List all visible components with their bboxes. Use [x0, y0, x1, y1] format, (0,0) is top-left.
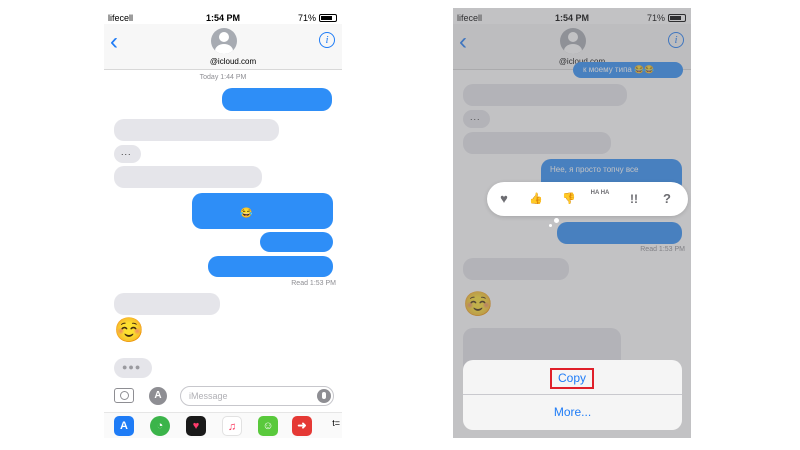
- copy-action[interactable]: Copy: [463, 360, 682, 395]
- message-bubble-outgoing[interactable]: [222, 88, 332, 111]
- smiling-emoji[interactable]: ☺️: [114, 318, 144, 344]
- camera-icon[interactable]: [114, 388, 134, 403]
- activity-app-icon[interactable]: ◔: [150, 416, 170, 436]
- messages-screen-left: lifecell 1:54 PM 71% ‹ @icloud.com i Tod…: [104, 8, 342, 438]
- tapback-tail: [554, 218, 559, 223]
- message-bubble-incoming-ellipsis[interactable]: ...: [114, 145, 141, 163]
- messages-screen-right: lifecell 1:54 PM 71% ‹ @icloud.com i к м…: [453, 8, 691, 438]
- app-store-icon[interactable]: A: [149, 387, 167, 405]
- copy-button[interactable]: Copy: [550, 368, 594, 389]
- ellipsis-text: ...: [121, 147, 132, 157]
- haha-icon[interactable]: HA HA: [589, 189, 611, 209]
- battery-percent: 71%: [297, 13, 316, 23]
- action-sheet: Copy More...: [463, 360, 682, 430]
- tapback-bar: ♥ 👍 👎 HA HA !! ?: [487, 182, 688, 216]
- more-button[interactable]: More...: [463, 405, 682, 419]
- heart-icon[interactable]: ♥: [493, 189, 515, 209]
- conversation-header: ‹ @icloud.com i: [104, 24, 342, 70]
- message-bubble-outgoing[interactable]: [260, 232, 333, 252]
- typing-dots: ●●●: [122, 362, 142, 372]
- microphone-icon[interactable]: [317, 389, 331, 403]
- exclamation-icon[interactable]: !!: [623, 189, 645, 209]
- info-icon[interactable]: i: [319, 32, 335, 48]
- message-bubble-incoming[interactable]: [114, 119, 279, 141]
- contact-name[interactable]: @icloud.com: [104, 57, 342, 66]
- music-icon[interactable]: ♫: [222, 416, 242, 436]
- search-app-icon[interactable]: ➜: [292, 416, 312, 436]
- message-input[interactable]: [180, 386, 334, 406]
- thumbs-up-icon[interactable]: 👍: [525, 189, 547, 209]
- digital-touch-icon[interactable]: ♥: [186, 416, 206, 436]
- typing-indicator: ●●●: [114, 358, 152, 378]
- more-apps-label[interactable]: t=: [332, 418, 340, 428]
- laughing-emoji: 😂: [240, 208, 253, 219]
- app-drawer: A ◔ ♥ ♫ ☺ ➜ t=: [104, 412, 342, 438]
- message-bubble-incoming[interactable]: [114, 166, 262, 188]
- thumbs-down-icon[interactable]: 👎: [558, 189, 580, 209]
- read-receipt: Read 1:53 PM: [291, 280, 336, 287]
- message-bubble-outgoing[interactable]: [208, 256, 333, 277]
- question-icon[interactable]: ?: [656, 189, 678, 209]
- battery-icon: [319, 14, 337, 22]
- message-bubble-incoming[interactable]: [114, 293, 220, 315]
- app-store-app-icon[interactable]: A: [114, 416, 134, 436]
- message-bubble-outgoing-emoji[interactable]: 😂: [192, 193, 333, 229]
- sticker-app-icon[interactable]: ☺: [258, 416, 278, 436]
- tapback-tail: [549, 224, 552, 227]
- composer: A: [104, 384, 342, 410]
- avatar[interactable]: [211, 28, 237, 54]
- chevron-left-icon[interactable]: ‹: [110, 30, 118, 54]
- timestamp-today: Today 1:44 PM: [199, 74, 247, 81]
